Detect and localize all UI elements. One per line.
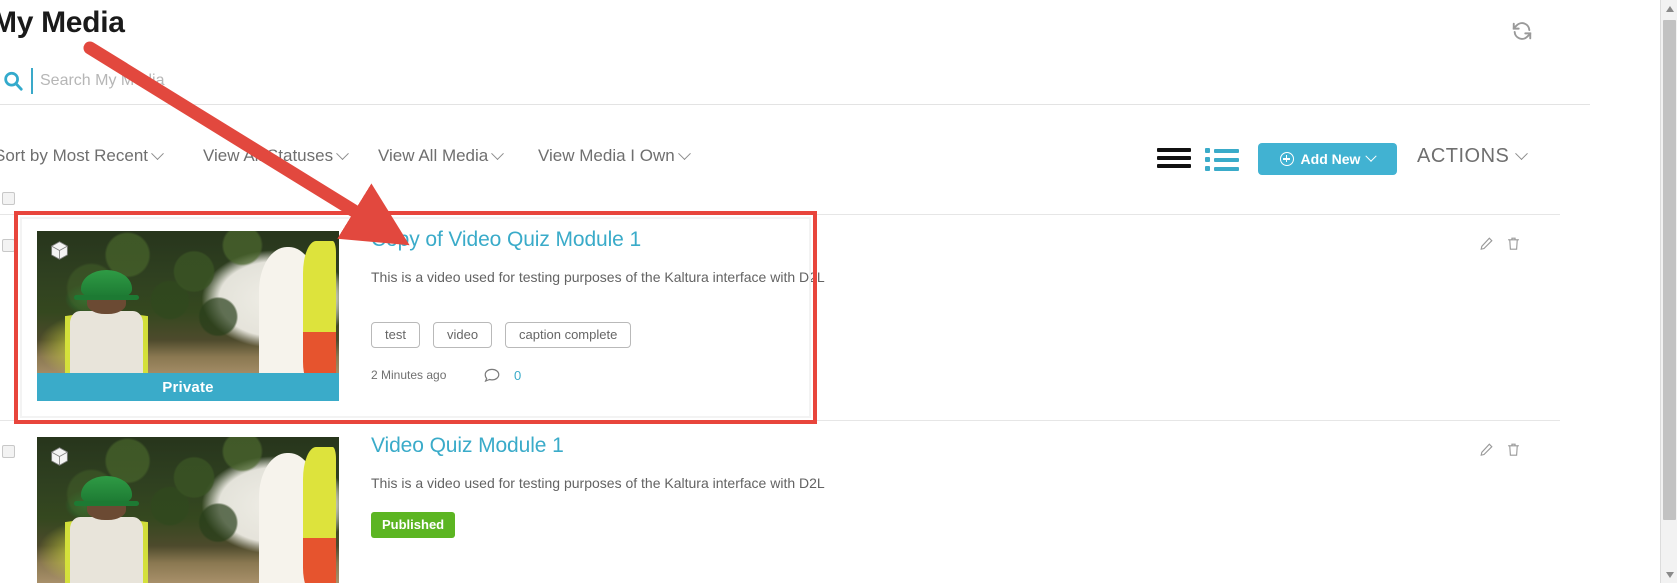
chevron-down-icon: [1515, 147, 1529, 161]
content-viewport: My Media Sort by Most Re: [0, 0, 1645, 583]
actions-label: ACTIONS: [1417, 145, 1510, 167]
worker-figure: [61, 471, 152, 583]
caret-down-icon: [1665, 571, 1674, 578]
pencil-icon[interactable]: [1479, 442, 1494, 457]
media-substats: 2 Minutes ago 0: [371, 366, 1421, 384]
list-view-icon[interactable]: [1157, 148, 1191, 172]
tag-list: test video caption complete: [371, 322, 1421, 349]
trash-icon[interactable]: [1506, 442, 1521, 457]
view-statuses-dropdown[interactable]: View All Statuses: [203, 146, 349, 166]
view-media-label: View All Media: [378, 146, 489, 165]
media-type-icon: [49, 446, 70, 467]
media-row: Private Copy of Video Quiz Module 1 This…: [0, 214, 1645, 420]
row-checkbox[interactable]: [2, 445, 15, 458]
comment-icon: [483, 366, 501, 384]
refresh-icon[interactable]: [1511, 20, 1533, 42]
page-title: My Media: [0, 6, 125, 39]
chevron-down-icon: [151, 146, 164, 160]
second-worker-figure: [254, 447, 337, 583]
view-ownership-label: View Media I Own: [538, 146, 675, 165]
tag[interactable]: video: [432, 322, 493, 349]
search-bar: [0, 62, 1645, 104]
row-tools: [1479, 442, 1521, 457]
scroll-up-button[interactable]: [1661, 0, 1677, 17]
search-divider: [31, 68, 33, 94]
trash-icon[interactable]: [1506, 236, 1521, 251]
sort-by-label: Sort by Most Recent: [0, 146, 149, 165]
tag[interactable]: caption complete: [505, 322, 632, 349]
header-divider: [0, 104, 1590, 105]
media-thumbnail[interactable]: [37, 437, 339, 583]
view-media-dropdown[interactable]: View All Media: [378, 146, 505, 166]
search-input[interactable]: [40, 66, 740, 96]
add-new-label: Add New: [1300, 151, 1361, 167]
add-new-button[interactable]: Add New: [1258, 143, 1397, 175]
media-row: Video Quiz Module 1 This is a video used…: [0, 420, 1645, 583]
media-title-link[interactable]: Copy of Video Quiz Module 1: [371, 228, 641, 252]
second-worker-figure: [254, 241, 337, 395]
timestamp: 2 Minutes ago: [371, 368, 447, 383]
sort-by-dropdown[interactable]: Sort by Most Recent: [0, 146, 164, 166]
pencil-icon[interactable]: [1479, 236, 1494, 251]
chevron-down-icon: [677, 146, 691, 160]
chevron-down-icon: [336, 146, 349, 160]
status-badge: Published: [371, 512, 456, 539]
my-media-page: My Media Sort by Most Re: [0, 0, 1677, 583]
filter-toolbar: Sort by Most Recent View All Statuses Vi…: [0, 134, 1645, 186]
media-description: This is a video used for testing purpose…: [371, 475, 825, 491]
media-title-link[interactable]: Video Quiz Module 1: [371, 434, 564, 458]
caret-up-icon: [1665, 5, 1674, 12]
scroll-down-button[interactable]: [1661, 566, 1677, 583]
search-icon[interactable]: [2, 70, 24, 92]
privacy-badge: Private: [37, 373, 339, 401]
row-checkbox[interactable]: [2, 239, 15, 252]
chevron-down-icon: [491, 146, 505, 160]
comment-count: 0: [514, 367, 522, 383]
actions-menu[interactable]: ACTIONS: [1417, 145, 1529, 168]
scrollbar-thumb[interactable]: [1663, 20, 1676, 520]
view-ownership-dropdown[interactable]: View Media I Own: [538, 146, 691, 166]
row-tools: [1479, 236, 1521, 251]
media-metadata: Copy of Video Quiz Module 1 This is a vi…: [371, 228, 1421, 384]
chevron-down-icon: [1365, 150, 1378, 162]
select-all-checkbox[interactable]: [2, 192, 15, 205]
media-thumbnail[interactable]: Private: [37, 231, 339, 401]
view-statuses-label: View All Statuses: [203, 146, 334, 165]
thumbnail-image: [37, 437, 339, 583]
media-metadata: Video Quiz Module 1 This is a video used…: [371, 434, 1421, 539]
media-description: This is a video used for testing purpose…: [371, 269, 825, 285]
plus-circle-icon: [1279, 152, 1294, 166]
tag[interactable]: test: [371, 322, 420, 349]
detail-view-icon[interactable]: [1205, 148, 1239, 175]
media-type-icon: [49, 240, 70, 261]
vertical-scrollbar[interactable]: [1660, 0, 1677, 583]
